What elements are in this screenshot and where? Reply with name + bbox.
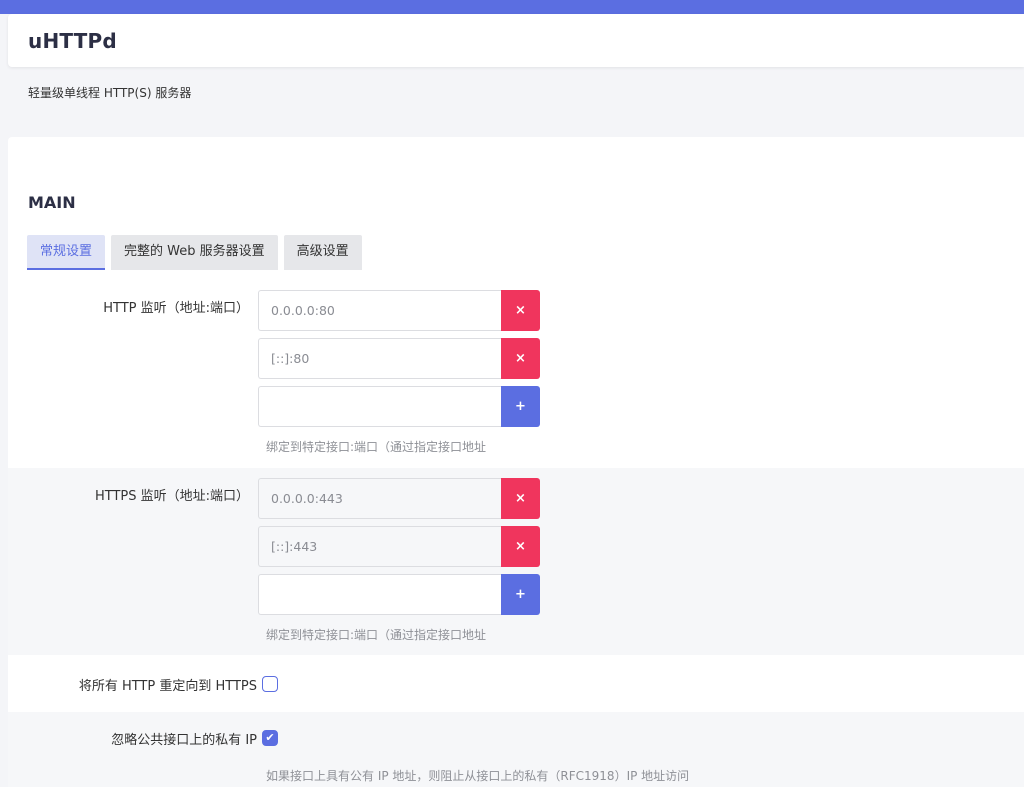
tab-advanced-settings[interactable]: 高级设置	[283, 235, 362, 270]
http-listen-label: HTTP 监听（地址:端口）	[103, 301, 249, 316]
plus-icon: +	[515, 399, 526, 414]
tab-full-web-server-settings[interactable]: 完整的 Web 服务器设置	[111, 235, 278, 270]
http-listen-input[interactable]	[258, 338, 501, 379]
settings-panel: MAIN 常规设置 完整的 Web 服务器设置 高级设置 HTTP 监听（地址:…	[8, 137, 1024, 787]
http-listen-input[interactable]	[258, 290, 501, 331]
https-listen-entry: ×	[258, 478, 540, 519]
close-icon: ×	[515, 351, 526, 366]
plus-icon: +	[515, 587, 526, 602]
https-listen-label: HTTPS 监听（地址:端口）	[94, 489, 249, 504]
close-icon: ×	[515, 303, 526, 318]
https-listen-row: HTTPS 监听（地址:端口） × × + 绑定到特定接口:端口（通过指定接口地…	[8, 468, 1024, 655]
http-listen-new-entry: +	[258, 386, 540, 427]
https-listen-entry: ×	[258, 526, 540, 567]
https-listen-input[interactable]	[258, 478, 501, 519]
remove-https-listen-button[interactable]: ×	[501, 526, 540, 567]
remove-http-listen-button[interactable]: ×	[501, 338, 540, 379]
page-description: 轻量级单线程 HTTP(S) 服务器	[28, 86, 192, 100]
http-listen-entry: ×	[258, 338, 540, 379]
close-icon: ×	[515, 491, 526, 506]
http-listen-new-input[interactable]	[258, 386, 501, 427]
tab-general-settings[interactable]: 常规设置	[27, 235, 106, 270]
redirect-https-row: 将所有 HTTP 重定向到 HTTPS	[8, 655, 1024, 712]
http-listen-entry: ×	[258, 290, 540, 331]
https-listen-input[interactable]	[258, 526, 501, 567]
top-accent-bar	[0, 0, 1024, 14]
https-listen-new-input[interactable]	[258, 574, 501, 615]
ignore-private-ip-label: 忽略公共接口上的私有 IP	[111, 733, 257, 748]
page-title: uHTTPd	[28, 29, 117, 53]
tab-bar: 常规设置 完整的 Web 服务器设置 高级设置	[27, 235, 362, 270]
redirect-https-label: 将所有 HTTP 重定向到 HTTPS	[78, 679, 257, 694]
page-header: uHTTPd	[8, 14, 1024, 67]
remove-http-listen-button[interactable]: ×	[501, 290, 540, 331]
https-listen-hint: 绑定到特定接口:端口（通过指定接口地址	[266, 628, 487, 642]
ignore-private-ip-checkbox[interactable]: ✔	[262, 730, 278, 746]
checkmark-icon: ✔	[265, 731, 275, 744]
redirect-https-checkbox[interactable]	[262, 676, 278, 692]
close-icon: ×	[515, 539, 526, 554]
remove-https-listen-button[interactable]: ×	[501, 478, 540, 519]
section-title: MAIN	[28, 193, 76, 212]
https-listen-new-entry: +	[258, 574, 540, 615]
add-https-listen-button[interactable]: +	[501, 574, 540, 615]
http-listen-row: HTTP 监听（地址:端口） × × + 绑定到特定接口:端口（通过指定接口地址	[8, 271, 1024, 468]
http-listen-hint: 绑定到特定接口:端口（通过指定接口地址	[266, 440, 487, 454]
add-http-listen-button[interactable]: +	[501, 386, 540, 427]
